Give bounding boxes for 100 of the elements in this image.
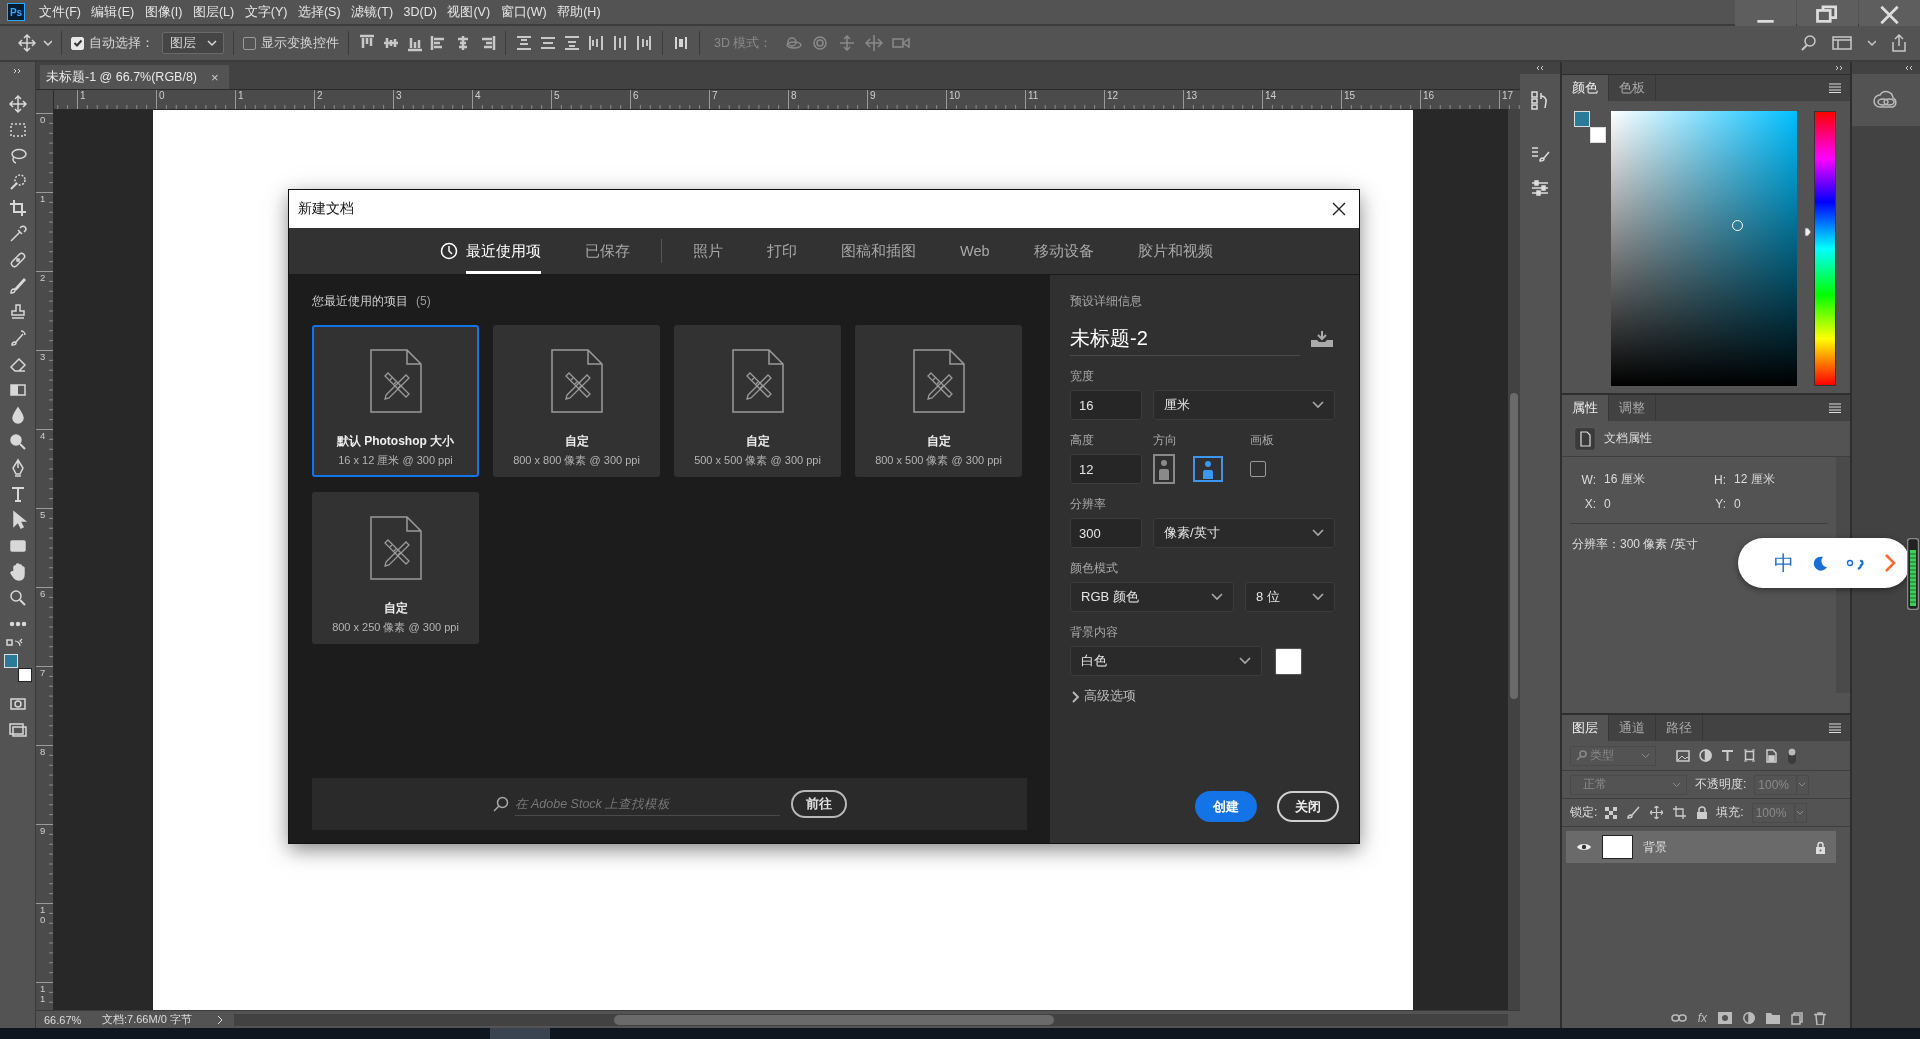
background-dropdown[interactable]: 白色 — [1070, 646, 1262, 676]
resolution-field[interactable]: 300 — [1070, 518, 1142, 548]
panel-menu-icon[interactable] — [1829, 403, 1841, 413]
preset-card[interactable]: 默认 Photoshop 大小 16 x 12 厘米 @ 300 ppi — [312, 325, 479, 477]
layer-style-button[interactable]: fx — [1697, 1011, 1707, 1025]
preset-card[interactable]: 自定 500 x 500 像素 @ 300 ppi — [674, 325, 841, 477]
background-color-swatch[interactable] — [17, 668, 32, 682]
category-tab[interactable]: 已保存 — [563, 228, 652, 274]
height-field[interactable]: 12 — [1070, 454, 1142, 484]
zoom-icon[interactable] — [7, 588, 28, 608]
crop-icon[interactable] — [7, 198, 28, 218]
category-tab[interactable]: 打印 — [745, 228, 819, 274]
panel-tab[interactable]: 调整 — [1609, 395, 1656, 421]
distribute-right-icon[interactable] — [635, 34, 653, 52]
mask-icon[interactable] — [1718, 1012, 1732, 1024]
close-button[interactable]: 关闭 — [1277, 791, 1339, 822]
lock-all-icon[interactable] — [1696, 806, 1709, 819]
menu-item[interactable]: 滤镜(T) — [346, 3, 399, 21]
distribute-middle-icon[interactable] — [539, 34, 557, 52]
category-tab[interactable]: 胶片和视频 — [1115, 228, 1235, 274]
expand-icon[interactable] — [1834, 65, 1844, 71]
move-icon[interactable] — [18, 34, 36, 52]
distribute-left-icon[interactable] — [587, 34, 605, 52]
layer-dropdown[interactable]: 图层 — [162, 32, 224, 54]
smart-object-filter-icon[interactable] — [1765, 748, 1778, 763]
eye-icon[interactable] — [1576, 841, 1592, 853]
panel-tab[interactable]: 通道 — [1609, 715, 1656, 741]
moon-icon[interactable] — [1812, 555, 1828, 571]
sliders-icon[interactable] — [1530, 178, 1550, 198]
checkbox[interactable] — [1250, 461, 1266, 477]
brush-settings-icon[interactable] — [1530, 144, 1550, 164]
menu-item[interactable]: 窗口(W) — [495, 3, 552, 21]
category-tab[interactable]: 移动设备 — [1011, 228, 1116, 274]
menu-item[interactable]: 图像(I) — [139, 3, 188, 21]
hand-icon[interactable] — [7, 562, 28, 582]
lock-pixels-icon[interactable] — [1605, 806, 1618, 819]
panel-tab[interactable]: 路径 — [1656, 715, 1703, 741]
caret-icon[interactable] — [42, 38, 52, 48]
adjustment-layer-icon[interactable] — [1743, 1012, 1755, 1024]
category-tab[interactable]: 照片 — [671, 228, 745, 274]
image-filter-icon[interactable] — [1676, 749, 1690, 762]
screen-mode-icon[interactable] — [7, 720, 28, 740]
panel-menu-icon[interactable] — [1829, 723, 1841, 733]
distribute-spacing-icon[interactable] — [672, 34, 690, 52]
category-tab[interactable]: 图稿和插图 — [819, 228, 938, 274]
unit-dropdown[interactable]: 像素/英寸 — [1153, 518, 1335, 548]
width-field[interactable]: 16 — [1070, 390, 1142, 420]
zoom-field[interactable]: 66.67% — [36, 1013, 102, 1026]
lock-position-icon[interactable] — [1650, 806, 1664, 819]
search-field[interactable]: 在 Adobe Stock 上查找模板 — [514, 792, 780, 816]
lock-paint-icon[interactable] — [1627, 806, 1641, 819]
adjustment-filter-icon[interactable] — [1699, 749, 1712, 762]
new-layer-icon[interactable] — [1791, 1011, 1803, 1025]
category-tab[interactable]: Web — [938, 228, 1012, 274]
type-filter-icon[interactable] — [1721, 749, 1734, 762]
folder-icon[interactable] — [1766, 1012, 1780, 1024]
color-mode-dropdown[interactable]: RGB 颜色 — [1070, 582, 1234, 612]
foreground-color-swatch[interactable] — [1574, 111, 1590, 127]
menu-item[interactable]: 3D(D) — [398, 5, 442, 19]
expand-icon[interactable] — [216, 1014, 224, 1025]
hue-slider-handle[interactable] — [1804, 227, 1812, 238]
collapse-icon[interactable] — [1535, 65, 1545, 71]
go-button[interactable]: 前往 — [790, 790, 847, 818]
preset-card[interactable]: 自定 800 x 500 像素 @ 300 ppi — [855, 325, 1022, 477]
collapse-icon[interactable] — [1904, 65, 1914, 71]
distribute-top-icon[interactable] — [515, 34, 533, 52]
layer-row[interactable]: 背景 — [1566, 831, 1836, 863]
color-picker-field[interactable] — [1611, 111, 1797, 386]
marquee-icon[interactable] — [7, 120, 28, 140]
menu-item[interactable]: 图层(L) — [187, 3, 240, 21]
menu-item[interactable]: 文字(Y) — [239, 3, 293, 21]
share-icon[interactable] — [1890, 34, 1908, 52]
link-icon[interactable] — [1670, 1013, 1687, 1023]
panel-tab[interactable]: 属性 — [1562, 395, 1609, 421]
unit-dropdown[interactable]: 厘米 — [1153, 390, 1335, 420]
panel-tab[interactable]: 颜色 — [1562, 75, 1609, 101]
preset-card[interactable]: 自定 800 x 250 像素 @ 300 ppi — [312, 492, 479, 644]
create-button[interactable]: 创建 — [1195, 791, 1257, 822]
menu-item[interactable]: 视图(V) — [442, 3, 496, 21]
shape-filter-icon[interactable] — [1743, 749, 1756, 762]
preset-card[interactable]: 自定 800 x 800 像素 @ 300 ppi — [493, 325, 660, 477]
bandage-icon[interactable] — [7, 250, 28, 270]
checkbox[interactable] — [243, 36, 256, 50]
caret-icon[interactable] — [1866, 38, 1876, 48]
workspace-icon[interactable] — [1832, 35, 1852, 51]
advanced-options-toggle[interactable]: 高级选项 — [1070, 688, 1136, 705]
distribute-bottom-icon[interactable] — [563, 34, 581, 52]
bit-depth-dropdown[interactable]: 8 位 — [1245, 582, 1335, 612]
foreground-color-swatch[interactable] — [3, 654, 18, 668]
brush-icon[interactable] — [7, 276, 28, 296]
close-icon[interactable] — [1331, 201, 1347, 217]
document-tab[interactable]: 未标题-1 @ 66.7%(RGB/8) × — [40, 65, 229, 89]
menu-item[interactable]: 帮助(H) — [552, 3, 606, 21]
tab-close-button[interactable]: × — [211, 69, 219, 85]
menu-item[interactable]: 文件(F) — [34, 3, 86, 21]
cloud-icon[interactable] — [1872, 90, 1900, 110]
portrait-orientation-icon[interactable] — [1153, 454, 1175, 484]
color-swatch[interactable] — [1275, 647, 1302, 675]
panel-menu-icon[interactable] — [1829, 83, 1841, 93]
landscape-orientation-icon[interactable] — [1193, 456, 1223, 482]
